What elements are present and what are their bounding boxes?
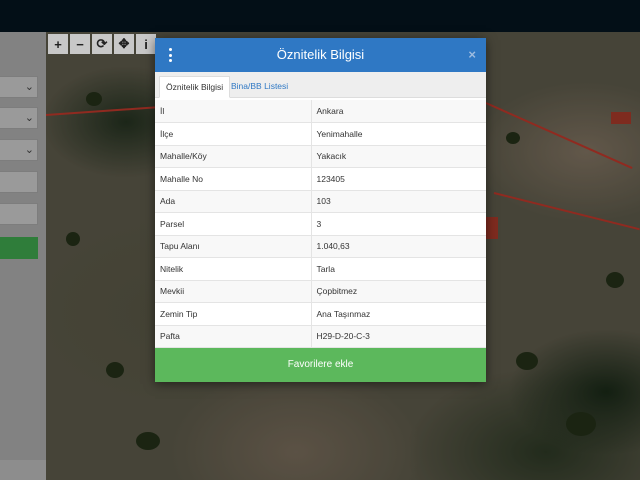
table-row: İl Ankara — [155, 100, 486, 123]
locate-button[interactable]: ✥ — [114, 34, 134, 54]
table-row: Parsel 3 — [155, 212, 486, 236]
refresh-button[interactable]: ⟳ — [92, 34, 112, 54]
table-row: Tapu Alanı 1.040,63 — [155, 235, 486, 258]
attribute-value: Yakacık — [311, 145, 486, 168]
attribute-value: 103 — [311, 190, 486, 213]
left-panel-input[interactable] — [0, 203, 38, 225]
left-panel-select[interactable]: ⌄ — [0, 107, 38, 129]
attribute-value: Ankara — [311, 100, 486, 123]
tab-attribute-info[interactable]: Öznitelik Bilgisi — [159, 76, 231, 98]
table-row: Ada 103 — [155, 190, 486, 213]
attribute-key: Parsel — [155, 212, 312, 236]
attribute-value: Tarla — [311, 257, 486, 281]
dialog-tabs: Öznitelik Bilgisi Bina/BB Listesi — [155, 72, 486, 98]
table-row: Mevkii Çopbitmez — [155, 280, 486, 303]
attribute-key: Mahalle/Köy — [155, 145, 312, 168]
attribute-key: İlçe — [155, 122, 312, 146]
chevron-down-icon: ⌄ — [24, 144, 34, 156]
left-panel-query-button[interactable] — [0, 237, 38, 259]
attribute-key: Pafta — [155, 325, 312, 348]
table-row: Pafta H29-D-20-C-3 — [155, 325, 486, 348]
table-row: Nitelik Tarla — [155, 257, 486, 281]
attribute-key: Ada — [155, 190, 312, 213]
attribute-info-dialog: Öznitelik Bilgisi × Öznitelik Bilgisi Bi… — [155, 38, 486, 382]
left-panel-select[interactable]: ⌄ — [0, 139, 38, 161]
table-row: Mahalle No 123405 — [155, 167, 486, 191]
attribute-value: Yenimahalle — [311, 122, 486, 146]
attribute-value: Çopbitmez — [311, 280, 486, 303]
info-button[interactable]: i — [136, 34, 156, 54]
attribute-table: İl Ankara İlçe Yenimahalle Mahalle/Köy Yakacı… — [155, 100, 486, 348]
map-toolbar: + − ⟳ ✥ i — [48, 34, 156, 54]
tab-building-list[interactable]: Bina/BB Listesi — [225, 76, 294, 98]
attribute-value: 1.040,63 — [311, 235, 486, 258]
attribute-value: Ana Taşınmaz — [311, 302, 486, 326]
attribute-key: Mevkii — [155, 280, 312, 303]
chevron-down-icon: ⌄ — [24, 81, 34, 93]
attribute-key: Mahalle No — [155, 167, 312, 191]
chevron-down-icon: ⌄ — [24, 112, 34, 124]
zoom-in-button[interactable]: + — [48, 34, 68, 54]
attribute-value: 3 — [311, 212, 486, 236]
left-panel-footer — [0, 460, 46, 480]
attribute-key: Nitelik — [155, 257, 312, 281]
close-icon[interactable]: × — [468, 47, 476, 62]
dialog-title: Öznitelik Bilgisi — [276, 47, 365, 62]
table-row: İlçe Yenimahalle — [155, 122, 486, 146]
zoom-out-button[interactable]: − — [70, 34, 90, 54]
table-row: Zemin Tip Ana Taşınmaz — [155, 302, 486, 326]
attribute-key: İl — [155, 100, 312, 123]
left-panel-input[interactable] — [0, 171, 38, 193]
add-to-favorites-button[interactable]: Favorilere ekle — [155, 348, 486, 382]
attribute-key: Tapu Alanı — [155, 235, 312, 258]
attribute-value: H29-D-20-C-3 — [311, 325, 486, 348]
table-row: Mahalle/Köy Yakacık — [155, 145, 486, 168]
dialog-header: Öznitelik Bilgisi × — [155, 38, 486, 72]
left-panel-select[interactable]: ⌄ — [0, 76, 38, 98]
attribute-value: 123405 — [311, 167, 486, 191]
attribute-key: Zemin Tip — [155, 302, 312, 326]
left-panel: ⌄ ⌄ ⌄ — [0, 32, 46, 480]
